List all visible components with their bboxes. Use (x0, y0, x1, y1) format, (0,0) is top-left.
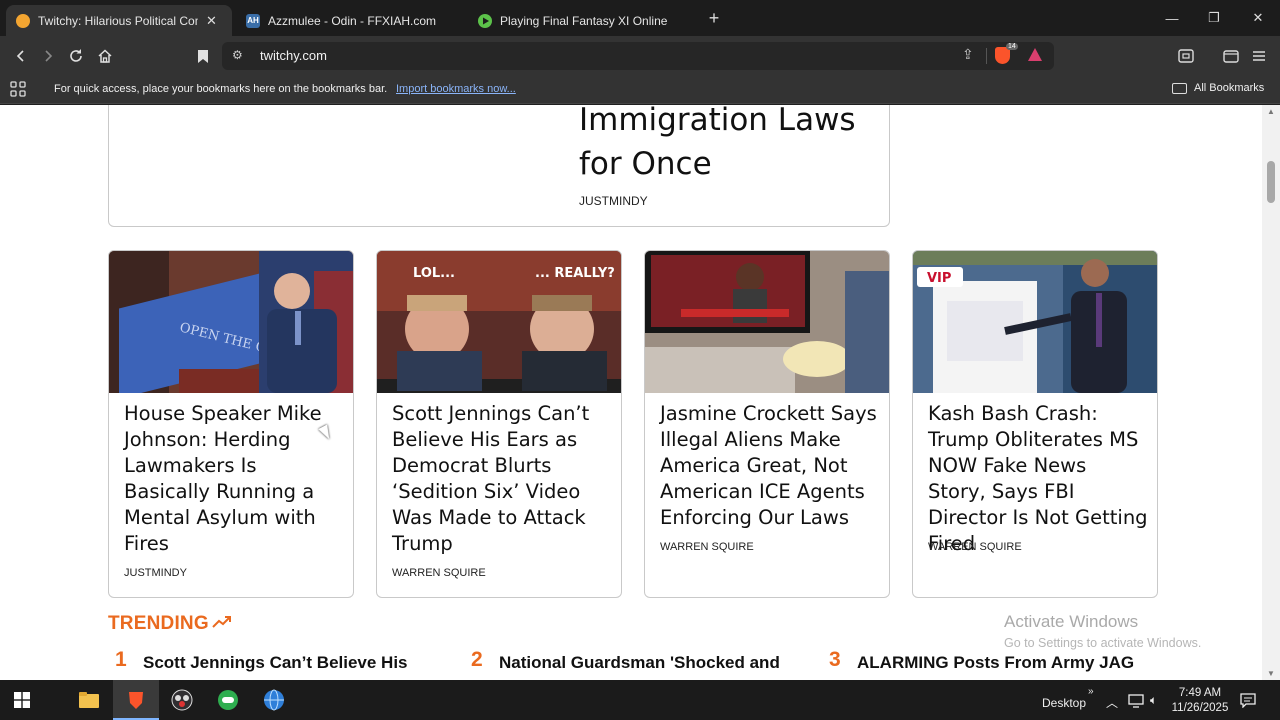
sidebar-icon[interactable] (1175, 45, 1197, 67)
all-bookmarks-button[interactable]: All Bookmarks (1172, 82, 1264, 94)
trending-rank: 2 (471, 648, 483, 671)
clock-time: 7:49 AM (1178, 687, 1222, 699)
tab-ffxi-online[interactable]: Playing Final Fantasy XI Online (468, 5, 694, 36)
meme-text-right: ... REALLY? (535, 266, 615, 281)
tab-twitchy[interactable]: Twitchy: Hilarious Political Comm ✕ (6, 5, 232, 36)
trending-rank: 3 (829, 648, 841, 671)
toolbar-expand-icon[interactable]: » (1088, 686, 1094, 697)
article-author[interactable]: JUSTMINDY (579, 194, 648, 208)
tab-title: Playing Final Fantasy XI Online (500, 13, 668, 28)
bookmarks-bar: For quick access, place your bookmarks h… (0, 76, 1280, 104)
all-bookmarks-label: All Bookmarks (1194, 82, 1265, 94)
new-tab-button[interactable]: + (704, 8, 724, 28)
article-card[interactable]: OPEN THE GOVERNMENT House Speaker Mike J… (108, 250, 354, 598)
activate-windows-subtitle: Go to Settings to activate Windows. (1004, 636, 1202, 650)
brave-browser-icon[interactable] (124, 688, 148, 712)
volume-icon[interactable]: 🔈︎ (1150, 693, 1157, 708)
address-bar[interactable]: ⚙ twitchy.com ⇪ 14 (222, 42, 1054, 70)
trending-headline[interactable]: ALARMING Posts From Army JAG (857, 650, 1157, 676)
article-image[interactable]: OPEN THE GOVERNMENT (109, 251, 353, 393)
play-icon (478, 13, 492, 28)
trending-heading: TRENDING (108, 613, 209, 634)
article-headline[interactable]: House Speaker Mike Johnson: Herding Lawm… (124, 401, 344, 557)
reload-button[interactable] (65, 45, 87, 67)
scroll-up-icon[interactable]: ▲ (1267, 107, 1275, 116)
home-button[interactable] (94, 45, 116, 67)
tab-title: Twitchy: Hilarious Political Comm (38, 13, 198, 28)
article-author[interactable]: JUSTMINDY (124, 567, 187, 579)
trending-item[interactable]: 1 Scott Jennings Can’t Believe His Ears (115, 648, 443, 680)
twitchy-favicon-icon (16, 13, 30, 28)
notifications-icon[interactable] (1240, 692, 1256, 711)
article-card[interactable]: Jasmine Crockett Says Illegal Aliens Mak… (644, 250, 890, 598)
article-headline[interactable]: Scott Jennings Can’t Believe His Ears as… (392, 401, 612, 557)
apps-grid-icon[interactable] (10, 81, 26, 101)
trending-item[interactable]: 3 ALARMING Posts From Army JAG (829, 648, 1157, 676)
vip-badge: VIP (927, 271, 951, 286)
windows-taskbar: Desktop » ︿ 🔈︎ 7:49 AM 11/26/2025 (0, 680, 1280, 720)
wallet-icon[interactable] (1220, 45, 1242, 67)
bookmarks-hint-text: For quick access, place your bookmarks h… (54, 83, 388, 95)
menu-icon[interactable] (1248, 45, 1270, 67)
top-article-card[interactable]: Immigration Laws for Once JUSTMINDY (108, 105, 890, 227)
back-button[interactable] (10, 45, 32, 67)
ffxiah-favicon-icon: AH (246, 13, 260, 28)
article-author[interactable]: WARREN SQUIRE (928, 541, 1022, 553)
desktop-toolbar-label[interactable]: Desktop (1042, 696, 1086, 710)
article-image[interactable]: VIP (913, 251, 1157, 393)
url-text[interactable]: twitchy.com (260, 48, 327, 63)
file-explorer-icon[interactable] (77, 688, 101, 712)
network-icon[interactable] (1128, 694, 1144, 711)
obs-icon[interactable] (170, 688, 194, 712)
scroll-down-icon[interactable]: ▼ (1267, 669, 1275, 678)
folder-icon (1172, 82, 1187, 94)
minimize-button[interactable]: — (1150, 0, 1194, 36)
import-bookmarks-link[interactable]: Import bookmarks now... (396, 83, 516, 95)
restore-button[interactable]: ❐ (1192, 0, 1236, 36)
trending-up-icon (212, 615, 232, 634)
activate-windows-watermark: Activate Windows (1004, 612, 1139, 631)
article-image[interactable] (645, 251, 889, 393)
bookmark-button[interactable] (192, 45, 214, 67)
article-headline[interactable]: Kash Bash Crash: Trump Obliterates MS NO… (928, 401, 1148, 557)
clock-date: 11/26/2025 (1171, 702, 1229, 714)
divider (986, 48, 987, 64)
scrollbar-thumb[interactable] (1267, 161, 1275, 203)
gaming-app-icon[interactable] (216, 688, 240, 712)
trending-item[interactable]: 2 National Guardsman 'Shocked and (471, 648, 799, 676)
system-clock[interactable]: 7:49 AM 11/26/2025 (1168, 686, 1232, 716)
web-page: Immigration Laws for Once JUSTMINDY OPEN… (0, 105, 1262, 680)
forward-button[interactable] (37, 45, 59, 67)
article-headline[interactable]: Immigration Laws for Once (579, 105, 879, 186)
article-author[interactable]: WARREN SQUIRE (392, 567, 486, 579)
share-icon[interactable]: ⇪ (962, 46, 974, 63)
site-settings-icon[interactable]: ⚙ (232, 48, 243, 62)
meme-text-left: LOL... (413, 266, 455, 281)
article-author[interactable]: WARREN SQUIRE (660, 541, 754, 553)
show-hidden-icons-icon[interactable]: ︿ (1106, 694, 1118, 711)
trending-headline[interactable]: National Guardsman 'Shocked and (499, 650, 799, 676)
trending-rank: 1 (115, 648, 127, 671)
browser-toolbar: ⚙ twitchy.com ⇪ 14 (0, 36, 1280, 76)
shields-count-badge: 14 (1006, 43, 1018, 50)
article-headline[interactable]: Jasmine Crockett Says Illegal Aliens Mak… (660, 401, 880, 531)
article-image[interactable]: LOL... ... REALLY? (377, 251, 621, 393)
close-window-button[interactable]: ✕ (1236, 0, 1280, 36)
tab-ffxiah[interactable]: AH Azzmulee - Odin - FFXIAH.com (236, 5, 462, 36)
article-card[interactable]: LOL... ... REALLY? Scott Jennings Can’t … (376, 250, 622, 598)
windows-start-icon[interactable] (10, 688, 34, 712)
article-card[interactable]: VIP Kash Bash Crash: Trump Obliterates M… (912, 250, 1158, 598)
tab-title: Azzmulee - Odin - FFXIAH.com (268, 13, 437, 28)
page-scrollbar[interactable]: ▲ ▼ (1262, 105, 1280, 680)
close-tab-icon[interactable]: ✕ (206, 13, 217, 29)
trending-headline[interactable]: Scott Jennings Can’t Believe His Ears (143, 650, 443, 680)
brave-rewards-icon[interactable] (1028, 48, 1042, 61)
globe-app-icon[interactable] (262, 688, 286, 712)
tab-strip: Twitchy: Hilarious Political Comm ✕ AH A… (0, 0, 1280, 36)
